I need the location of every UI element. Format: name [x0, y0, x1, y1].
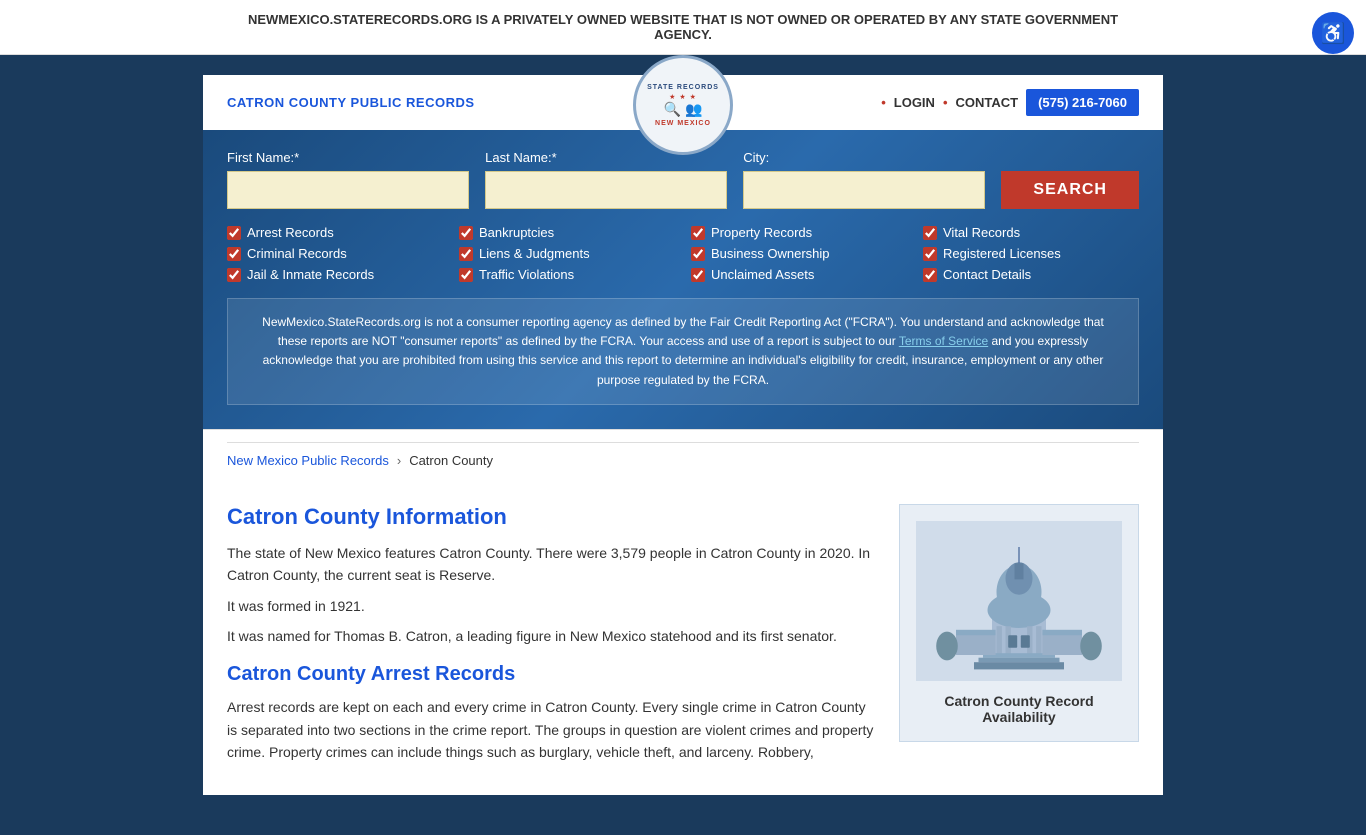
- checkbox-criminal-records[interactable]: [227, 247, 241, 261]
- contact-link[interactable]: CONTACT: [956, 95, 1019, 110]
- terms-link[interactable]: Terms of Service: [899, 334, 988, 348]
- checkbox-item: Criminal Records: [227, 246, 443, 261]
- phone-button[interactable]: (575) 216-7060: [1026, 89, 1139, 116]
- breadcrumb-divider: [227, 442, 1139, 443]
- checkbox-item: Contact Details: [923, 267, 1139, 282]
- last-name-group: Last Name:*: [485, 150, 727, 209]
- checkbox-item: Registered Licenses: [923, 246, 1139, 261]
- arrest-text: Arrest records are kept on each and ever…: [227, 696, 875, 763]
- capitol-card: Catron County Record Availability: [899, 504, 1139, 742]
- dot-login: •: [881, 95, 886, 110]
- checkbox-label: Unclaimed Assets: [711, 267, 814, 282]
- search-button-wrapper: SEARCH: [1001, 150, 1139, 209]
- checkbox-unclaimed-assets[interactable]: [691, 268, 705, 282]
- search-fields: First Name:* Last Name:* City: SEARCH: [227, 150, 1139, 209]
- login-link[interactable]: LOGIN: [894, 95, 935, 110]
- search-icon: 🔍: [664, 101, 681, 118]
- first-name-input[interactable]: [227, 171, 469, 209]
- breadcrumb: New Mexico Public Records › Catron Count…: [227, 453, 1139, 468]
- capitol-svg: [929, 526, 1109, 676]
- checkbox-item: Business Ownership: [691, 246, 907, 261]
- logo-top-text: STATE RECORDS: [647, 84, 719, 91]
- capitol-image: [916, 521, 1122, 681]
- checkbox-label: Property Records: [711, 225, 812, 240]
- top-banner: NEWMEXICO.STATERECORDS.ORG IS A PRIVATEL…: [0, 0, 1366, 55]
- info-title: Catron County Information: [227, 504, 875, 530]
- checkbox-label: Jail & Inmate Records: [247, 267, 374, 282]
- sidebar-title: Catron County Record Availability: [916, 693, 1122, 725]
- accessibility-icon: ♿: [1321, 21, 1346, 46]
- checkbox-liens-&-judgments[interactable]: [459, 247, 473, 261]
- search-button[interactable]: SEARCH: [1001, 171, 1139, 209]
- content-left: Catron County Information The state of N…: [227, 504, 875, 772]
- info-paragraph-3: It was named for Thomas B. Catron, a lea…: [227, 625, 875, 647]
- dot-contact: •: [943, 95, 948, 110]
- checkbox-label: Vital Records: [943, 225, 1020, 240]
- logo-icons: 🔍 👥: [664, 101, 703, 118]
- main-wrapper: CATRON COUNTY PUBLIC RECORDS STATE RECOR…: [0, 55, 1366, 835]
- checkbox-item: Vital Records: [923, 225, 1139, 240]
- logo-area: STATE RECORDS ★ ★ ★ 🔍 👥 NEW MEXICO: [633, 55, 733, 155]
- disclaimer: NewMexico.StateRecords.org is not a cons…: [227, 298, 1139, 405]
- info-paragraph-1: The state of New Mexico features Catron …: [227, 542, 875, 587]
- checkbox-label: Arrest Records: [247, 225, 334, 240]
- arrest-title: Catron County Arrest Records: [227, 663, 875, 686]
- people-icon: 👥: [685, 101, 702, 118]
- info-paragraph-2: It was formed in 1921.: [227, 595, 875, 617]
- city-input[interactable]: [743, 171, 985, 209]
- city-group: City:: [743, 150, 985, 209]
- checkbox-item: Jail & Inmate Records: [227, 267, 443, 282]
- checkbox-item: Arrest Records: [227, 225, 443, 240]
- checkbox-item: Traffic Violations: [459, 267, 675, 282]
- search-section: First Name:* Last Name:* City: SEARCH Ar…: [203, 130, 1163, 429]
- logo-bottom-text: NEW MEXICO: [655, 120, 711, 127]
- checkbox-label: Criminal Records: [247, 246, 347, 261]
- checkbox-property-records[interactable]: [691, 226, 705, 240]
- site-header: CATRON COUNTY PUBLIC RECORDS STATE RECOR…: [203, 75, 1163, 130]
- checkbox-label: Business Ownership: [711, 246, 830, 261]
- checkbox-label: Liens & Judgments: [479, 246, 590, 261]
- logo-circle: STATE RECORDS ★ ★ ★ 🔍 👥 NEW MEXICO: [633, 55, 733, 155]
- first-name-label: First Name:*: [227, 150, 469, 165]
- banner-text: NEWMEXICO.STATERECORDS.ORG IS A PRIVATEL…: [233, 12, 1133, 42]
- logo-stars: ★ ★ ★: [669, 93, 697, 101]
- checkbox-bankruptcies[interactable]: [459, 226, 473, 240]
- site-title: CATRON COUNTY PUBLIC RECORDS: [227, 95, 475, 110]
- checkbox-item: Unclaimed Assets: [691, 267, 907, 282]
- checkbox-jail-&-inmate-records[interactable]: [227, 268, 241, 282]
- checkbox-contact-details[interactable]: [923, 268, 937, 282]
- breadcrumb-parent-link[interactable]: New Mexico Public Records: [227, 453, 389, 468]
- last-name-input[interactable]: [485, 171, 727, 209]
- checkbox-vital-records[interactable]: [923, 226, 937, 240]
- checkbox-arrest-records[interactable]: [227, 226, 241, 240]
- checkbox-traffic-violations[interactable]: [459, 268, 473, 282]
- breadcrumb-area: New Mexico Public Records › Catron Count…: [203, 429, 1163, 480]
- checkbox-label: Registered Licenses: [943, 246, 1061, 261]
- content-right: Catron County Record Availability: [899, 504, 1139, 772]
- checkbox-item: Liens & Judgments: [459, 246, 675, 261]
- checkbox-business-ownership[interactable]: [691, 247, 705, 261]
- checkbox-label: Bankruptcies: [479, 225, 554, 240]
- checkbox-item: Property Records: [691, 225, 907, 240]
- first-name-group: First Name:*: [227, 150, 469, 209]
- checkbox-item: Bankruptcies: [459, 225, 675, 240]
- checkbox-grid: Arrest Records Bankruptcies Property Recor…: [227, 225, 1139, 282]
- city-label: City:: [743, 150, 985, 165]
- checkbox-label: Contact Details: [943, 267, 1031, 282]
- accessibility-button[interactable]: ♿: [1312, 12, 1354, 54]
- breadcrumb-separator: ›: [397, 453, 401, 468]
- checkbox-registered-licenses[interactable]: [923, 247, 937, 261]
- nav-right: • LOGIN • CONTACT (575) 216-7060: [881, 89, 1139, 116]
- checkbox-label: Traffic Violations: [479, 267, 574, 282]
- content-area: Catron County Information The state of N…: [203, 480, 1163, 796]
- breadcrumb-current: Catron County: [409, 453, 493, 468]
